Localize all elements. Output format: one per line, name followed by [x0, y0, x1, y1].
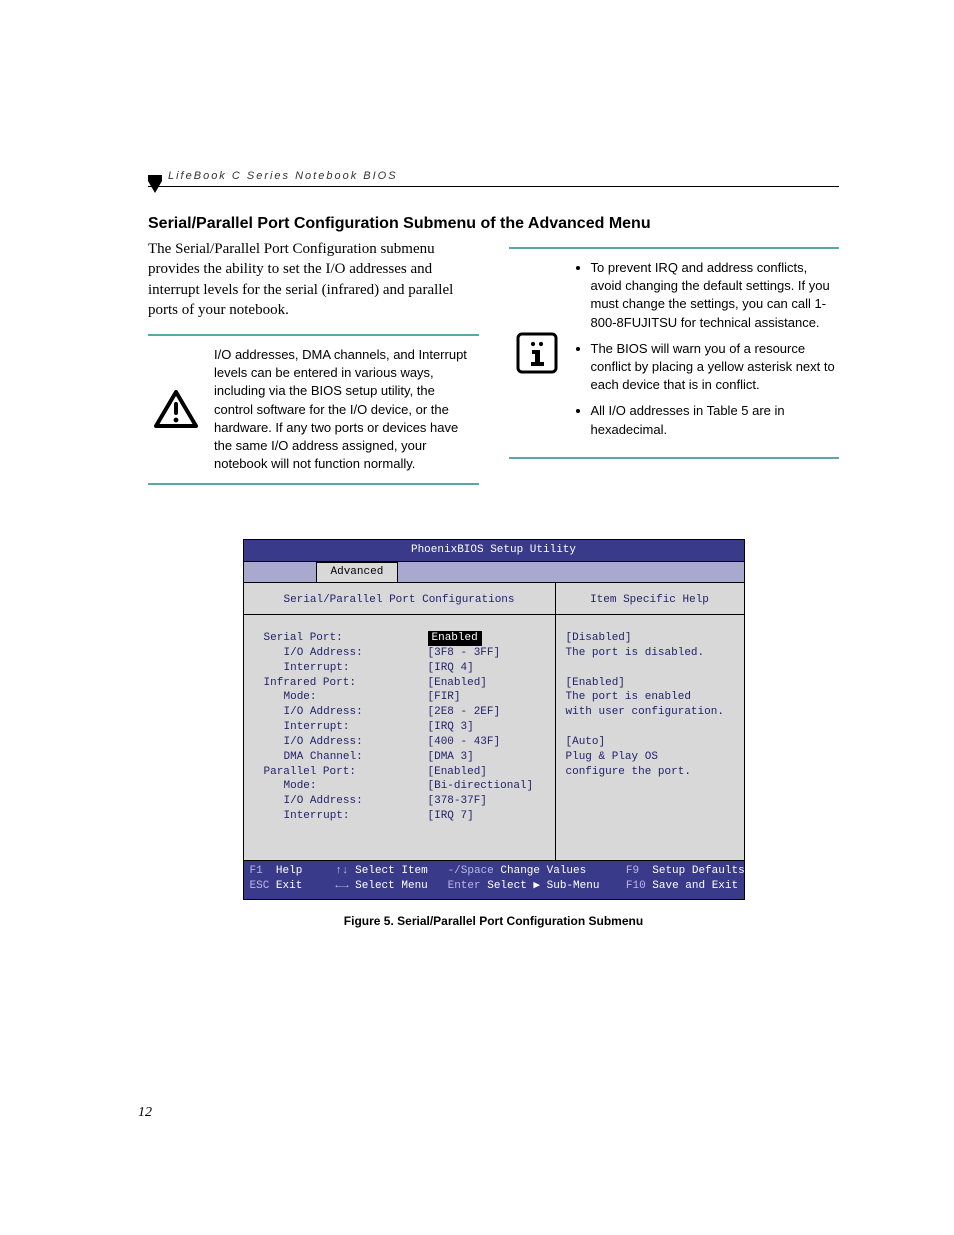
- page-number: 12: [138, 1105, 152, 1121]
- bios-field-row[interactable]: Mode:[FIR]: [264, 690, 547, 705]
- info-list: To prevent IRQ and address conflicts, av…: [591, 259, 836, 439]
- bios-field-value[interactable]: [Enabled]: [428, 765, 487, 780]
- info-item: All I/O addresses in Table 5 are in hexa…: [591, 402, 836, 438]
- bios-field-value[interactable]: [400 - 43F]: [428, 735, 501, 750]
- bios-field-row[interactable]: I/O Address:[2E8 - 2EF]: [264, 705, 547, 720]
- info-item: The BIOS will warn you of a resource con…: [591, 340, 836, 395]
- bios-field-label: Parallel Port:: [264, 765, 428, 780]
- figure-caption: Figure 5. Serial/Parallel Port Configura…: [243, 914, 745, 928]
- running-header: LifeBook C Series Notebook BIOS: [168, 170, 839, 182]
- header-corner-glyph: [148, 175, 162, 195]
- bios-field-value[interactable]: [FIR]: [428, 690, 461, 705]
- warning-text: I/O addresses, DMA channels, and Interru…: [214, 346, 475, 473]
- bios-field-label: Infrared Port:: [264, 676, 428, 691]
- header-rule: [148, 186, 839, 187]
- bios-field-list: Serial Port:EnabledI/O Address:[3F8 - 3F…: [244, 615, 555, 860]
- bios-screenshot: PhoenixBIOS Setup Utility Advanced Seria…: [243, 539, 745, 899]
- bios-field-row[interactable]: I/O Address:[3F8 - 3FF]: [264, 646, 547, 661]
- bios-field-row[interactable]: Parallel Port:[Enabled]: [264, 765, 547, 780]
- bios-field-row[interactable]: Interrupt:[IRQ 4]: [264, 661, 547, 676]
- bios-field-label: Interrupt:: [264, 809, 428, 824]
- bios-field-row[interactable]: I/O Address:[378-37F]: [264, 794, 547, 809]
- bios-field-value[interactable]: [IRQ 3]: [428, 720, 474, 735]
- bios-field-value[interactable]: [Enabled]: [428, 676, 487, 691]
- bios-field-label: I/O Address:: [264, 646, 428, 661]
- bios-field-label: Interrupt:: [264, 661, 428, 676]
- bios-field-value[interactable]: [IRQ 7]: [428, 809, 474, 824]
- bios-field-row[interactable]: I/O Address:[400 - 43F]: [264, 735, 547, 750]
- bios-field-value[interactable]: [378-37F]: [428, 794, 487, 809]
- bios-field-label: DMA Channel:: [264, 750, 428, 765]
- bios-tab-advanced[interactable]: Advanced: [316, 562, 399, 582]
- bios-tab-bar: Advanced: [244, 562, 744, 583]
- bios-field-row[interactable]: Serial Port:Enabled: [264, 631, 547, 646]
- bios-footer: F1 Help ↑↓ Select Item -/Space Change Va…: [244, 861, 744, 899]
- bios-left-title: Serial/Parallel Port Configurations: [244, 583, 555, 615]
- bios-field-value[interactable]: Enabled: [428, 631, 482, 646]
- bios-field-label: Serial Port:: [264, 631, 428, 646]
- bios-field-label: I/O Address:: [264, 794, 428, 809]
- bios-field-row[interactable]: Interrupt:[IRQ 3]: [264, 720, 547, 735]
- bios-field-value[interactable]: [IRQ 4]: [428, 661, 474, 676]
- bios-field-label: I/O Address:: [264, 705, 428, 720]
- bios-help-text: [Disabled] The port is disabled. [Enable…: [556, 615, 744, 789]
- bios-field-value[interactable]: [3F8 - 3FF]: [428, 646, 501, 661]
- warning-callout: I/O addresses, DMA channels, and Interru…: [148, 334, 479, 485]
- bios-field-value[interactable]: [Bi-directional]: [428, 779, 534, 794]
- bios-field-row[interactable]: DMA Channel:[DMA 3]: [264, 750, 547, 765]
- bios-field-row[interactable]: Mode:[Bi-directional]: [264, 779, 547, 794]
- section-heading: Serial/Parallel Port Configuration Subme…: [148, 215, 839, 233]
- bios-right-title: Item Specific Help: [556, 583, 744, 615]
- info-callout: To prevent IRQ and address conflicts, av…: [509, 247, 840, 459]
- bios-field-row[interactable]: Interrupt:[IRQ 7]: [264, 809, 547, 824]
- bios-field-value[interactable]: [DMA 3]: [428, 750, 474, 765]
- bios-field-label: I/O Address:: [264, 735, 428, 750]
- bios-field-label: Mode:: [264, 779, 428, 794]
- bios-field-value[interactable]: [2E8 - 2EF]: [428, 705, 501, 720]
- bios-title: PhoenixBIOS Setup Utility: [244, 540, 744, 562]
- info-item: To prevent IRQ and address conflicts, av…: [591, 259, 836, 332]
- info-icon: [513, 332, 561, 374]
- bios-field-label: Interrupt:: [264, 720, 428, 735]
- warning-icon: [152, 390, 200, 430]
- bios-field-row[interactable]: Infrared Port:[Enabled]: [264, 676, 547, 691]
- bios-field-label: Mode:: [264, 690, 428, 705]
- intro-paragraph: The Serial/Parallel Port Configuration s…: [148, 239, 479, 320]
